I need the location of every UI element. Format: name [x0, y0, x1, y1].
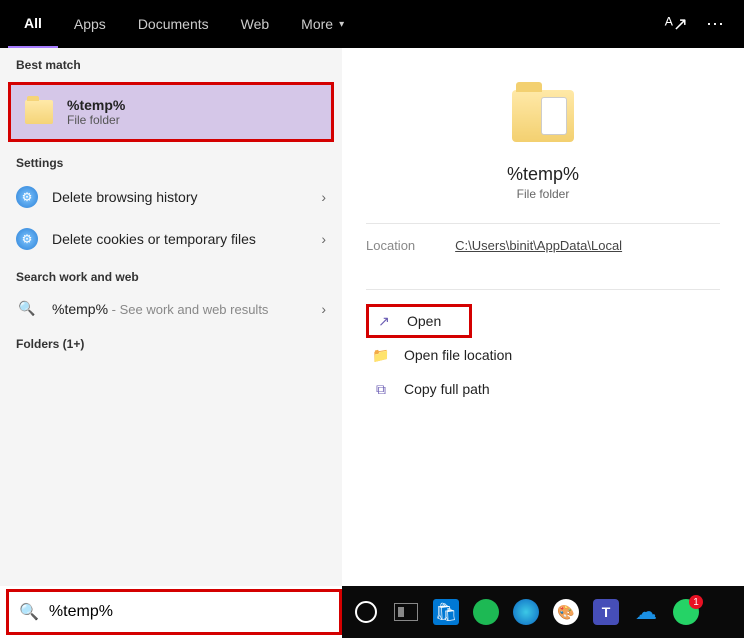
- folder-icon-large: [512, 90, 574, 142]
- web-result-secondary: - See work and web results: [108, 302, 268, 317]
- action-label: Copy full path: [404, 381, 490, 397]
- setting-label: Delete browsing history: [52, 189, 198, 205]
- best-match-label: Best match: [0, 48, 342, 78]
- task-view-icon[interactable]: [388, 594, 424, 630]
- bottom-bar: 🔍 🛍 🎨 T ☁ 1: [0, 586, 744, 638]
- paint-icon[interactable]: 🎨: [548, 594, 584, 630]
- search-web-label: Search work and web: [0, 260, 342, 290]
- copy-icon: ⧉: [372, 380, 390, 398]
- location-row: Location C:\Users\binit\AppData\Local: [366, 238, 720, 267]
- preview-title: %temp%: [507, 164, 579, 185]
- chevron-down-icon: ▾: [339, 19, 344, 30]
- globe-icon: ⚙: [16, 186, 38, 208]
- action-copy-full-path[interactable]: ⧉ Copy full path: [366, 372, 720, 406]
- divider: [366, 289, 720, 290]
- results-left-column: Best match %temp% File folder Settings ⚙…: [0, 48, 342, 586]
- taskbar: 🛍 🎨 T ☁ 1: [342, 586, 744, 638]
- onedrive-icon[interactable]: ☁: [628, 594, 664, 630]
- chevron-right-icon: ›: [321, 189, 326, 205]
- folder-open-icon: 📁: [372, 346, 390, 364]
- notification-badge: 1: [689, 595, 703, 609]
- divider: [366, 223, 720, 224]
- cortana-icon[interactable]: [348, 594, 384, 630]
- spotify-icon[interactable]: [468, 594, 504, 630]
- best-match-subtitle: File folder: [67, 113, 125, 127]
- search-tabs: All Apps Documents Web More▾ ᴬ↗ ⋯: [0, 0, 744, 48]
- search-box[interactable]: 🔍: [6, 589, 342, 635]
- teams-icon[interactable]: T: [588, 594, 624, 630]
- search-icon: 🔍: [16, 300, 38, 317]
- search-input[interactable]: [49, 603, 329, 621]
- setting-label: Delete cookies or temporary files: [52, 231, 256, 247]
- whatsapp-icon[interactable]: 1: [668, 594, 704, 630]
- action-open-file-location[interactable]: 📁 Open file location: [366, 338, 720, 372]
- preview-subtitle: File folder: [517, 187, 570, 201]
- feedback-icon[interactable]: ᴬ↗: [665, 14, 688, 35]
- preview-pane: %temp% File folder Location C:\Users\bin…: [342, 48, 744, 586]
- tab-apps[interactable]: Apps: [58, 0, 122, 48]
- chevron-right-icon: ›: [321, 301, 326, 317]
- location-value[interactable]: C:\Users\binit\AppData\Local: [455, 238, 622, 253]
- search-icon: 🔍: [19, 602, 39, 622]
- preview-actions: ↗ Open 📁 Open file location ⧉ Copy full …: [366, 304, 720, 406]
- settings-label: Settings: [0, 146, 342, 176]
- tab-web[interactable]: Web: [225, 0, 286, 48]
- tab-documents[interactable]: Documents: [122, 0, 225, 48]
- ellipsis-icon[interactable]: ⋯: [706, 14, 724, 35]
- action-label: Open file location: [404, 347, 512, 363]
- best-match-title: %temp%: [67, 97, 125, 113]
- chevron-right-icon: ›: [321, 231, 326, 247]
- folder-icon: [25, 100, 53, 124]
- edge-icon[interactable]: [508, 594, 544, 630]
- location-label: Location: [366, 238, 415, 253]
- folders-label: Folders (1+): [0, 327, 342, 357]
- tab-more[interactable]: More▾: [285, 0, 360, 48]
- setting-delete-cookies[interactable]: ⚙ Delete cookies or temporary files ›: [0, 218, 342, 260]
- action-open[interactable]: ↗ Open: [366, 304, 472, 338]
- action-label: Open: [407, 313, 441, 329]
- open-icon: ↗: [375, 312, 393, 330]
- setting-delete-history[interactable]: ⚙ Delete browsing history ›: [0, 176, 342, 218]
- search-results-pane: Best match %temp% File folder Settings ⚙…: [0, 48, 744, 586]
- web-result[interactable]: 🔍 %temp% - See work and web results ›: [0, 290, 342, 327]
- best-match-result[interactable]: %temp% File folder: [8, 82, 334, 142]
- globe-icon: ⚙: [16, 228, 38, 250]
- tab-all[interactable]: All: [8, 0, 58, 48]
- microsoft-store-icon[interactable]: 🛍: [428, 594, 464, 630]
- web-result-primary: %temp%: [52, 301, 108, 317]
